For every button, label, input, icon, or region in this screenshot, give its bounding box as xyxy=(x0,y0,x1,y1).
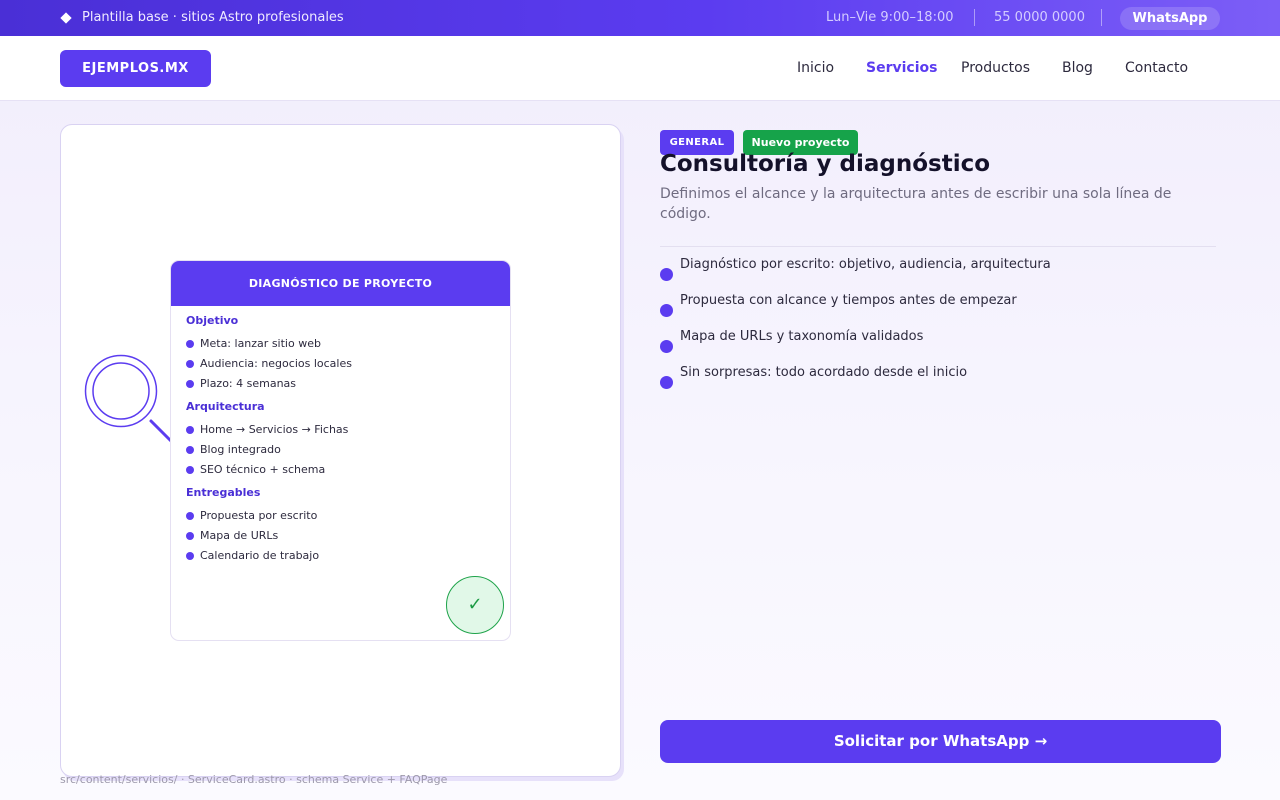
nav-item-blog[interactable]: Blog xyxy=(1062,60,1093,76)
nav-item-inicio[interactable]: Inicio xyxy=(797,60,834,76)
top-bar-divider xyxy=(974,9,975,26)
nav-item-contacto[interactable]: Contacto xyxy=(1125,60,1188,76)
top-bar-tagline: Plantilla base · sitios Astro profesiona… xyxy=(60,10,344,25)
document-list-item: Propuesta por escrito xyxy=(186,506,495,526)
document-item-text: Blog integrado xyxy=(200,443,281,456)
feature-list: Diagnóstico por escrito: objetivo, audie… xyxy=(660,256,1216,400)
bullet-icon xyxy=(186,512,194,520)
feature-item: Sin sorpresas: todo acordado desde el in… xyxy=(660,364,1216,400)
feature-text: Sin sorpresas: todo acordado desde el in… xyxy=(680,365,968,380)
document-section-title: Entregables xyxy=(186,486,261,499)
tagline-text: Plantilla base · sitios Astro profesiona… xyxy=(82,10,344,25)
document-list-item: Mapa de URLs xyxy=(186,526,495,546)
whatsapp-cta-button[interactable]: Solicitar por WhatsApp → xyxy=(660,720,1221,763)
diamond-icon xyxy=(60,11,72,24)
top-bar: Plantilla base · sitios Astro profesiona… xyxy=(0,0,1280,36)
feature-item: Propuesta con alcance y tiempos antes de… xyxy=(660,292,1216,328)
service-title: Consultoría y diagnóstico xyxy=(660,151,991,177)
bullet-icon xyxy=(660,340,673,353)
nav-item-servicios[interactable]: Servicios xyxy=(866,60,937,76)
document-list-item: SEO técnico + schema xyxy=(186,460,495,480)
document-section-title: Arquitectura xyxy=(186,400,265,413)
document-list: Meta: lanzar sitio web Audiencia: negoci… xyxy=(186,334,495,394)
source-note: src/content/servicios/ · ServiceCard.ast… xyxy=(60,773,448,786)
document-list: Propuesta por escrito Mapa de URLs Calen… xyxy=(186,506,495,566)
bullet-icon xyxy=(186,340,194,348)
whatsapp-button[interactable]: WhatsApp xyxy=(1120,7,1220,30)
bullet-icon xyxy=(186,446,194,454)
document-list-item: Home → Servicios → Fichas xyxy=(186,420,495,440)
site-logo[interactable]: EJEMPLOS.MX xyxy=(60,50,211,87)
nav-item-productos[interactable]: Productos xyxy=(961,60,1030,76)
document-item-text: SEO técnico + schema xyxy=(200,463,326,476)
document-list: Home → Servicios → Fichas Blog integrado… xyxy=(186,420,495,480)
feature-item: Diagnóstico por escrito: objetivo, audie… xyxy=(660,256,1216,292)
bullet-icon xyxy=(660,376,673,389)
bullet-icon xyxy=(186,360,194,368)
check-icon: ✓ xyxy=(446,576,504,634)
document-item-text: Mapa de URLs xyxy=(200,529,279,542)
bullet-icon xyxy=(186,380,194,388)
document-list-item: Meta: lanzar sitio web xyxy=(186,334,495,354)
bullet-icon xyxy=(660,268,673,281)
feature-item: Mapa de URLs y taxonomía validados xyxy=(660,328,1216,364)
section-divider xyxy=(660,246,1216,247)
feature-text: Diagnóstico por escrito: objetivo, audie… xyxy=(680,257,1051,272)
bullet-icon xyxy=(660,304,673,317)
document-section-title: Objetivo xyxy=(186,314,239,327)
main-navbar: EJEMPLOS.MX Inicio Servicios Productos B… xyxy=(0,36,1280,101)
feature-text: Propuesta con alcance y tiempos antes de… xyxy=(680,293,1017,308)
bullet-icon xyxy=(186,426,194,434)
service-subtitle: Definimos el alcance y la arquitectura a… xyxy=(660,186,1172,222)
diagnosis-document: DIAGNÓSTICO DE PROYECTO Objetivo Meta: l… xyxy=(170,260,511,641)
document-item-text: Propuesta por escrito xyxy=(200,509,318,522)
document-list-item: Blog integrado xyxy=(186,440,495,460)
document-item-text: Calendario de trabajo xyxy=(200,549,320,562)
bullet-icon xyxy=(186,552,194,560)
document-item-text: Audiencia: negocios locales xyxy=(200,357,352,370)
top-bar-divider xyxy=(1101,9,1102,26)
document-item-text: Meta: lanzar sitio web xyxy=(200,337,321,350)
bullet-icon xyxy=(186,466,194,474)
document-list-item: Plazo: 4 semanas xyxy=(186,374,495,394)
document-list-item: Calendario de trabajo xyxy=(186,546,495,566)
document-item-text: Home → Servicios → Fichas xyxy=(200,423,349,436)
document-header: DIAGNÓSTICO DE PROYECTO xyxy=(171,261,510,306)
feature-text: Mapa de URLs y taxonomía validados xyxy=(680,329,924,344)
business-hours: Lun–Vie 9:00–18:00 xyxy=(826,10,954,25)
service-illustration-card: DIAGNÓSTICO DE PROYECTO Objetivo Meta: l… xyxy=(60,124,621,777)
document-item-text: Plazo: 4 semanas xyxy=(200,377,297,390)
service-details: GENERAL Nuevo proyecto Consultoría y dia… xyxy=(660,130,1221,389)
magnifier-icon xyxy=(84,354,178,448)
document-list-item: Audiencia: negocios locales xyxy=(186,354,495,374)
phone-link[interactable]: 55 0000 0000 xyxy=(994,10,1085,25)
bullet-icon xyxy=(186,532,194,540)
